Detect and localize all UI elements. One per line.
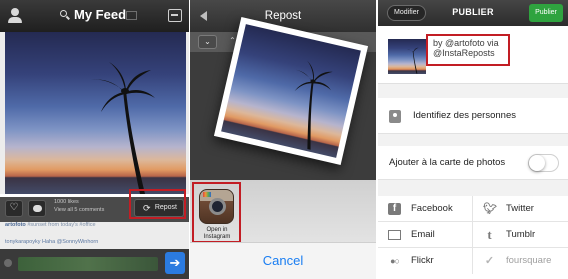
share-email[interactable]: Email xyxy=(378,222,473,248)
share-foursquare[interactable]: ✓ foursquare xyxy=(473,248,568,274)
publish-screen: Modifier PUBLIER Publier by @artofoto vi… xyxy=(378,0,568,279)
likes-count[interactable]: 1000 likes xyxy=(54,198,104,206)
share-twitter[interactable]: 🐦︎ Twitter xyxy=(473,196,568,222)
publier-button[interactable]: Publier xyxy=(529,4,563,22)
repost-preview-photo xyxy=(221,24,361,158)
chevron-down-button[interactable]: ⌄ xyxy=(198,35,217,49)
tag-people-row[interactable]: Identifiez des personnes xyxy=(378,98,568,134)
post-thumbnail xyxy=(388,39,426,74)
share-tumblr[interactable]: t Tumblr xyxy=(473,222,568,248)
feed-photo[interactable] xyxy=(5,32,186,194)
search-icon[interactable] xyxy=(60,10,70,20)
profile-icon[interactable] xyxy=(7,7,23,24)
foursquare-label: foursquare xyxy=(506,255,552,266)
composer-left-icon xyxy=(4,259,12,267)
palm-tree-silhouette xyxy=(406,47,419,74)
arrow-right-icon: ➔ xyxy=(169,255,181,270)
envelope-icon xyxy=(388,230,401,240)
repost-highlight-box xyxy=(129,189,186,219)
repost-title: Repost xyxy=(264,10,302,22)
comment-composer: ➔ xyxy=(0,249,189,279)
foursquare-icon: ✓ xyxy=(484,255,495,267)
tag-person-icon xyxy=(389,110,401,123)
tumblr-label: Tumblr xyxy=(506,229,536,240)
caption-username[interactable]: artofoto xyxy=(5,222,26,228)
feed-navbar: My Feed xyxy=(0,0,189,32)
inbox-icon[interactable] xyxy=(168,9,182,22)
toggle-knob xyxy=(529,155,545,171)
facebook-icon: f xyxy=(388,203,401,215)
send-button[interactable]: ➔ xyxy=(165,252,185,274)
tag-people-label: Identifiez des personnes xyxy=(413,110,516,121)
view-comments-link[interactable]: View all 5 comments xyxy=(54,206,104,214)
email-label: Email xyxy=(411,229,435,240)
share-flickr[interactable]: ●○ Flickr xyxy=(378,248,473,274)
share-facebook[interactable]: f Facebook xyxy=(378,196,473,222)
tumblr-icon: t xyxy=(487,227,492,242)
section-gap xyxy=(378,180,568,196)
palm-tree-silhouette xyxy=(91,62,155,194)
twitter-bird-icon: 🐦︎ xyxy=(483,203,497,215)
flickr-label: Flickr xyxy=(411,255,434,266)
feed-title: My Feed xyxy=(74,7,127,22)
photo-map-toggle[interactable] xyxy=(528,154,559,172)
twitter-label: Twitter xyxy=(506,203,534,214)
caption-highlight-box xyxy=(426,34,510,66)
share-options-grid: f Facebook 🐦︎ Twitter Email t Tumblr ●○ … xyxy=(378,196,568,279)
section-gap xyxy=(378,84,568,98)
speech-bubble-icon xyxy=(33,205,42,212)
comment-preview: tonykarapoyky Haha @SonnyWinhorn xyxy=(5,239,99,245)
comment-button[interactable] xyxy=(28,200,46,217)
photo-caption: artofoto #sunset from today's #office xyxy=(5,222,185,236)
facebook-label: Facebook xyxy=(411,203,453,214)
flickr-icon: ●○ xyxy=(390,256,400,266)
chevron-down-icon: ⌄ xyxy=(204,37,211,46)
heart-icon: ♡ xyxy=(9,202,19,213)
cancel-button[interactable]: Cancel xyxy=(190,242,376,279)
caption-text: #sunset from today's #office xyxy=(27,222,96,228)
palm-tree-silhouette xyxy=(292,60,333,150)
photo-map-label: Ajouter à la carte de photos xyxy=(389,157,506,168)
publish-navbar: Modifier PUBLIER Publier xyxy=(378,0,568,26)
comment-input[interactable] xyxy=(18,257,158,271)
grid-view-icon[interactable] xyxy=(126,11,137,20)
like-button[interactable]: ♡ xyxy=(5,200,23,217)
feed-screen: My Feed ♡ 1000 likes View all 5 comments xyxy=(0,0,189,279)
repost-screen: Repost ⌄ ⌃ Open in Instagram Cancel xyxy=(190,0,376,279)
instagram-highlight-box xyxy=(192,182,241,243)
photo-map-row: Ajouter à la carte de photos xyxy=(378,146,568,180)
like-comment-summary: 1000 likes View all 5 comments xyxy=(54,198,104,214)
section-gap xyxy=(378,134,568,146)
